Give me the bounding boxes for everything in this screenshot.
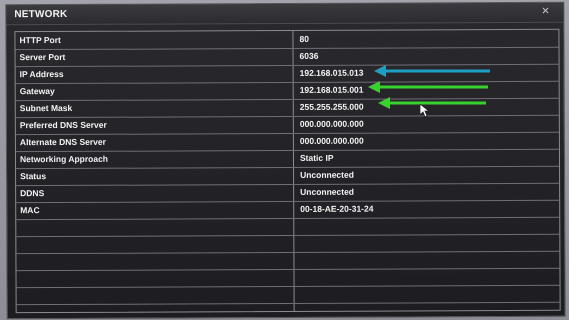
row-label (21, 286, 291, 304)
subnet-mask-arrow-icon (378, 97, 486, 109)
table-row-empty (16, 284, 560, 306)
ip-address-arrow-icon (374, 65, 490, 77)
row-label: Alternate DNS Server (19, 136, 106, 148)
row-value: Unconnected (300, 186, 355, 197)
row-value (300, 251, 555, 269)
row-value: Unconnected (300, 169, 354, 180)
network-dialog: NETWORK × HTTP Port 80 Server Port 6036 … (5, 1, 566, 320)
row-value: 00-18-AE-20-31-24 (300, 203, 374, 214)
row-label: MAC (20, 205, 40, 216)
row-value[interactable]: 6036 (300, 47, 555, 65)
row-value (301, 285, 556, 303)
row-value (300, 268, 555, 286)
row-value[interactable]: 80 (299, 30, 554, 48)
row-label (20, 235, 290, 253)
row-label (20, 218, 290, 236)
row-label: Subnet Mask (19, 102, 73, 114)
gateway-arrow-icon (368, 81, 488, 93)
row-label (20, 269, 290, 287)
row-label (20, 252, 290, 270)
title-bar: NETWORK × (6, 2, 564, 26)
row-label: DDNS (20, 188, 45, 199)
close-icon[interactable]: × (542, 3, 550, 18)
mouse-cursor-icon (420, 104, 430, 118)
row-value[interactable]: Static IP (300, 149, 555, 167)
row-label: Networking Approach (19, 153, 109, 165)
window-title: NETWORK (14, 8, 68, 21)
row-value (300, 234, 555, 252)
row-label: Gateway (19, 86, 55, 97)
row-label: IP Address (19, 68, 64, 80)
row-label: HTTP Port (19, 34, 61, 46)
row-label: Preferred DNS Server (19, 119, 107, 131)
row-label: Server Port (19, 51, 66, 63)
row-value[interactable]: 000.000.000.000 (300, 132, 555, 150)
row-label: Status (20, 171, 47, 182)
row-value (300, 217, 555, 235)
